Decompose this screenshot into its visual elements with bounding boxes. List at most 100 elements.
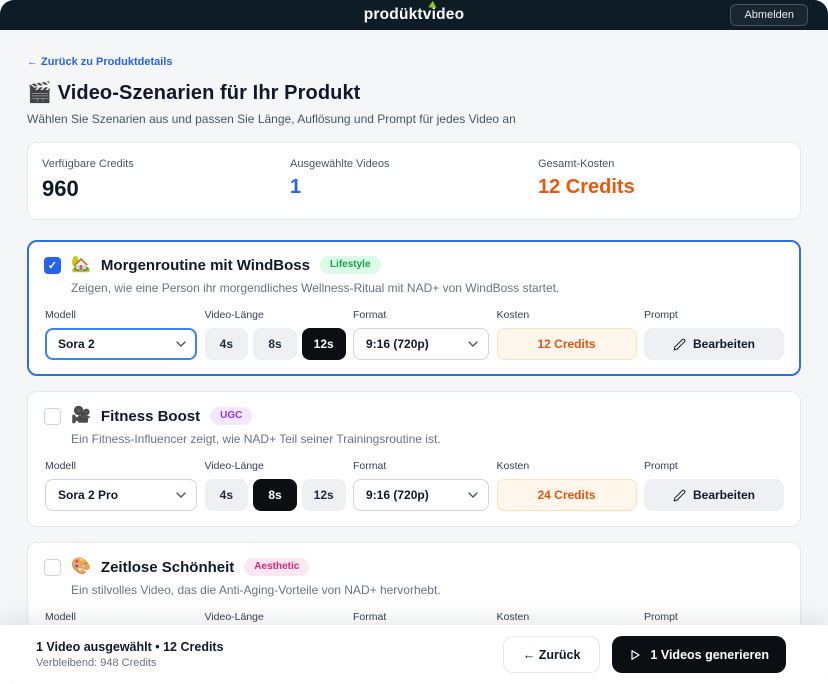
cost-value-box: 12 Credits (497, 328, 637, 360)
prompt-field: Prompt Bearbeiten (644, 460, 784, 511)
movie-camera-emoji-icon: 🎥 (71, 408, 91, 424)
scenario-header: 🏡 Morgenroutine mit WindBoss Lifestyle (44, 256, 784, 274)
scenario-header: 🎥 Fitness Boost UGC (44, 407, 784, 425)
length-label: Video-Länge (205, 309, 346, 321)
house-emoji-icon: 🏡 (71, 257, 91, 273)
scenario-badge: Aesthetic (244, 558, 309, 576)
scenario-description: Zeigen, wie eine Person ihr morgendliche… (71, 281, 784, 295)
length-option-4s[interactable]: 4s (205, 479, 249, 511)
model-select[interactable]: Sora 2 Pro (45, 479, 197, 511)
cost-label: Kosten (497, 309, 637, 321)
app-window: prodüktvideo Abmelden ← Zurück zu Produk… (0, 0, 828, 684)
back-to-product-link[interactable]: ← Zurück zu Produktdetails (27, 56, 172, 68)
pencil-icon (673, 338, 686, 351)
format-label: Format (353, 460, 489, 472)
scenario-checkbox[interactable] (44, 559, 61, 576)
footer-selection-summary: 1 Video ausgewählt • 12 Credits (36, 640, 224, 654)
scenario-badge: Lifestyle (320, 256, 381, 274)
scenario-card-fitness-boost: 🎥 Fitness Boost UGC Ein Fitness-Influenc… (27, 391, 801, 527)
brand-logo-text: prodüktvideo (364, 6, 465, 23)
format-field: Format 9:16 (720p) (353, 460, 489, 511)
length-option-12s[interactable]: 12s (302, 479, 346, 511)
scenario-description: Ein Fitness-Influencer zeigt, wie NAD+ T… (71, 432, 784, 446)
chevron-down-icon (468, 492, 478, 498)
edit-prompt-button[interactable]: Bearbeiten (644, 479, 784, 511)
palette-emoji-icon: 🎨 (71, 559, 91, 575)
available-credits-value: 960 (42, 176, 290, 202)
prompt-label: Prompt (644, 611, 784, 623)
length-button-group: 4s 8s 12s (205, 479, 346, 511)
total-cost-label: Gesamt-Kosten (538, 158, 786, 170)
model-label: Modell (45, 460, 197, 472)
brand-logo: prodüktvideo (364, 6, 465, 24)
total-cost-value: 12 Credits (538, 176, 786, 199)
scenario-description: Ein stilvolles Video, das die Anti-Aging… (71, 583, 784, 597)
scenario-header: 🎨 Zeitlose Schönheit Aesthetic (44, 558, 784, 576)
play-icon (629, 649, 641, 661)
scenario-controls: Modell Sora 2 Pro Video-Länge 4s 8s 12s (45, 460, 784, 511)
page-subtitle: Wählen Sie Szenarien aus und passen Sie … (27, 112, 801, 126)
total-cost-block: Gesamt-Kosten 12 Credits (538, 158, 786, 202)
length-option-8s[interactable]: 8s (253, 328, 297, 360)
cost-field: Kosten 12 Credits (497, 309, 637, 360)
scenario-card-morgenroutine: 🏡 Morgenroutine mit WindBoss Lifestyle Z… (27, 240, 801, 376)
length-option-12s[interactable]: 12s (302, 328, 346, 360)
prompt-field: Prompt Bearbeiten (644, 309, 784, 360)
model-field: Modell Sora 2 Pro (45, 460, 197, 511)
model-select[interactable]: Sora 2 (45, 328, 197, 360)
cost-field: Kosten 24 Credits (497, 460, 637, 511)
back-button[interactable]: ← Zurück (503, 636, 601, 673)
length-field: Video-Länge 4s 8s 12s (205, 309, 346, 360)
format-field: Format 9:16 (720p) (353, 309, 489, 360)
chevron-down-icon (468, 341, 478, 347)
length-option-8s[interactable]: 8s (253, 479, 297, 511)
length-field: Video-Länge 4s 8s 12s (205, 460, 346, 511)
top-navbar: prodüktvideo Abmelden (0, 0, 828, 30)
available-credits-label: Verfügbare Credits (42, 158, 290, 170)
model-select-value: Sora 2 Pro (58, 488, 118, 502)
format-select-value: 9:16 (720p) (366, 488, 429, 502)
model-field: Modell Sora 2 (45, 309, 197, 360)
edit-prompt-label: Bearbeiten (693, 488, 755, 502)
chevron-down-icon (176, 492, 186, 498)
length-label: Video-Länge (205, 611, 346, 623)
footer-actions: ← Zurück 1 Videos generieren (503, 636, 786, 673)
scenario-checkbox[interactable] (44, 408, 61, 425)
footer-remaining-credits: Verbleibend: 948 Credits (36, 657, 224, 669)
selected-videos-value: 1 (290, 176, 538, 199)
scenario-title: Zeitlose Schönheit (101, 559, 234, 576)
prompt-label: Prompt (644, 309, 784, 321)
format-select[interactable]: 9:16 (720p) (353, 479, 489, 511)
format-select-value: 9:16 (720p) (366, 337, 429, 351)
edit-prompt-button[interactable]: Bearbeiten (644, 328, 784, 360)
scenario-controls: Modell Sora 2 Video-Länge 4s 8s 12s (45, 309, 784, 360)
bottom-action-bar: 1 Video ausgewählt • 12 Credits Verbleib… (0, 625, 828, 684)
edit-prompt-label: Bearbeiten (693, 337, 755, 351)
page-title: 🎬 Video-Szenarien für Ihr Produkt (27, 80, 801, 105)
prompt-label: Prompt (644, 460, 784, 472)
length-button-group: 4s 8s 12s (205, 328, 346, 360)
footer-summary-block: 1 Video ausgewählt • 12 Credits Verbleib… (36, 640, 224, 669)
scenario-list: 🏡 Morgenroutine mit WindBoss Lifestyle Z… (27, 240, 801, 678)
scenario-badge: UGC (210, 407, 252, 425)
scenario-title: Morgenroutine mit WindBoss (101, 257, 310, 274)
generate-videos-button[interactable]: 1 Videos generieren (612, 636, 786, 673)
cost-value-box: 24 Credits (497, 479, 637, 511)
format-label: Format (353, 611, 489, 623)
available-credits-block: Verfügbare Credits 960 (42, 158, 290, 202)
format-select[interactable]: 9:16 (720p) (353, 328, 489, 360)
model-label: Modell (45, 309, 197, 321)
cost-label: Kosten (497, 611, 637, 623)
scenario-checkbox[interactable] (44, 257, 61, 274)
model-select-value: Sora 2 (58, 337, 95, 351)
generate-videos-label: 1 Videos generieren (650, 648, 769, 662)
cost-label: Kosten (497, 460, 637, 472)
selected-videos-label: Ausgewählte Videos (290, 158, 538, 170)
selected-videos-block: Ausgewählte Videos 1 (290, 158, 538, 202)
length-option-4s[interactable]: 4s (205, 328, 249, 360)
chevron-down-icon (176, 341, 186, 347)
length-label: Video-Länge (205, 460, 346, 472)
model-label: Modell (45, 611, 197, 623)
main-content: ← Zurück zu Produktdetails 🎬 Video-Szena… (0, 30, 828, 678)
logout-button[interactable]: Abmelden (730, 4, 808, 26)
